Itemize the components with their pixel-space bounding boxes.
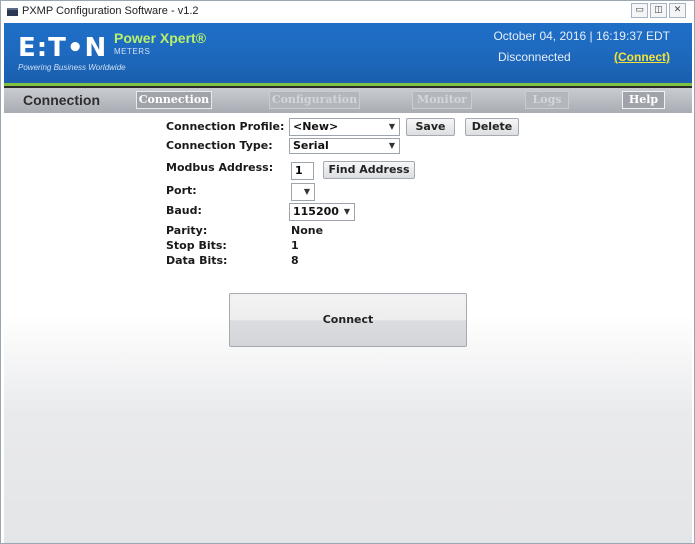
tab-help[interactable]: Help: [622, 91, 665, 109]
parity-value: None: [291, 224, 324, 237]
connection-type-select[interactable]: Serial ▼: [289, 138, 400, 154]
connection-panel: Connection Profile: <New> ▼ Save Delete …: [4, 113, 692, 543]
connection-profile-value: <New>: [293, 120, 339, 133]
parity-label: Parity:: [166, 224, 208, 237]
window-controls: ▭ ◫ ✕: [631, 3, 686, 18]
tab-configuration: Configuration: [269, 91, 360, 109]
app-icon: [7, 8, 18, 16]
tab-connection[interactable]: Connection: [136, 91, 212, 109]
minimize-icon[interactable]: ▭: [631, 3, 648, 18]
nav-bar: Connection Connection Configuration Moni…: [4, 88, 692, 113]
close-icon[interactable]: ✕: [669, 3, 686, 18]
app-window: PXMP Configuration Software - v1.2 ▭ ◫ ✕…: [0, 0, 695, 544]
port-label: Port:: [166, 184, 197, 197]
chevron-down-icon: ▼: [388, 141, 395, 150]
chevron-down-icon: ▼: [388, 122, 395, 131]
delete-button[interactable]: Delete: [465, 118, 519, 136]
stop-bits-value: 1: [291, 239, 299, 252]
tab-logs: Logs: [525, 91, 569, 109]
header-banner: E:T•N Powering Business Worldwide Power …: [4, 23, 692, 83]
header-connect-link[interactable]: (Connect): [614, 50, 670, 64]
chevron-down-icon: ▼: [303, 187, 310, 196]
product-subtitle: METERS: [114, 47, 151, 56]
window-title: PXMP Configuration Software - v1.2: [22, 5, 199, 17]
connection-profile-select[interactable]: <New> ▼: [289, 118, 400, 136]
data-bits-value: 8: [291, 254, 299, 267]
connection-status: Disconnected: [498, 50, 571, 64]
chevron-down-icon: ▼: [343, 207, 350, 216]
baud-value: 115200: [293, 205, 339, 218]
section-title: Connection: [23, 92, 100, 108]
tab-monitor: Monitor: [412, 91, 472, 109]
eaton-logo: E:T•N: [18, 33, 108, 63]
product-name: Power Xpert®: [114, 30, 207, 46]
baud-label: Baud:: [166, 204, 202, 217]
save-button[interactable]: Save: [406, 118, 455, 136]
modbus-address-label: Modbus Address:: [166, 161, 274, 174]
logo-tagline: Powering Business Worldwide: [18, 63, 126, 72]
port-select[interactable]: ▼: [291, 183, 315, 201]
maximize-icon[interactable]: ◫: [650, 3, 667, 18]
stop-bits-label: Stop Bits:: [166, 239, 227, 252]
connection-type-label: Connection Type:: [166, 139, 273, 152]
find-address-button[interactable]: Find Address: [323, 161, 415, 179]
datetime-display: October 04, 2016 | 16:19:37 EDT: [493, 29, 670, 43]
modbus-address-input[interactable]: 1: [291, 162, 314, 180]
baud-select[interactable]: 115200 ▼: [289, 203, 355, 221]
connect-button[interactable]: Connect: [229, 293, 467, 347]
connection-profile-label: Connection Profile:: [166, 120, 285, 133]
data-bits-label: Data Bits:: [166, 254, 228, 267]
connection-type-value: Serial: [293, 139, 329, 152]
title-bar: PXMP Configuration Software - v1.2 ▭ ◫ ✕: [1, 1, 694, 22]
